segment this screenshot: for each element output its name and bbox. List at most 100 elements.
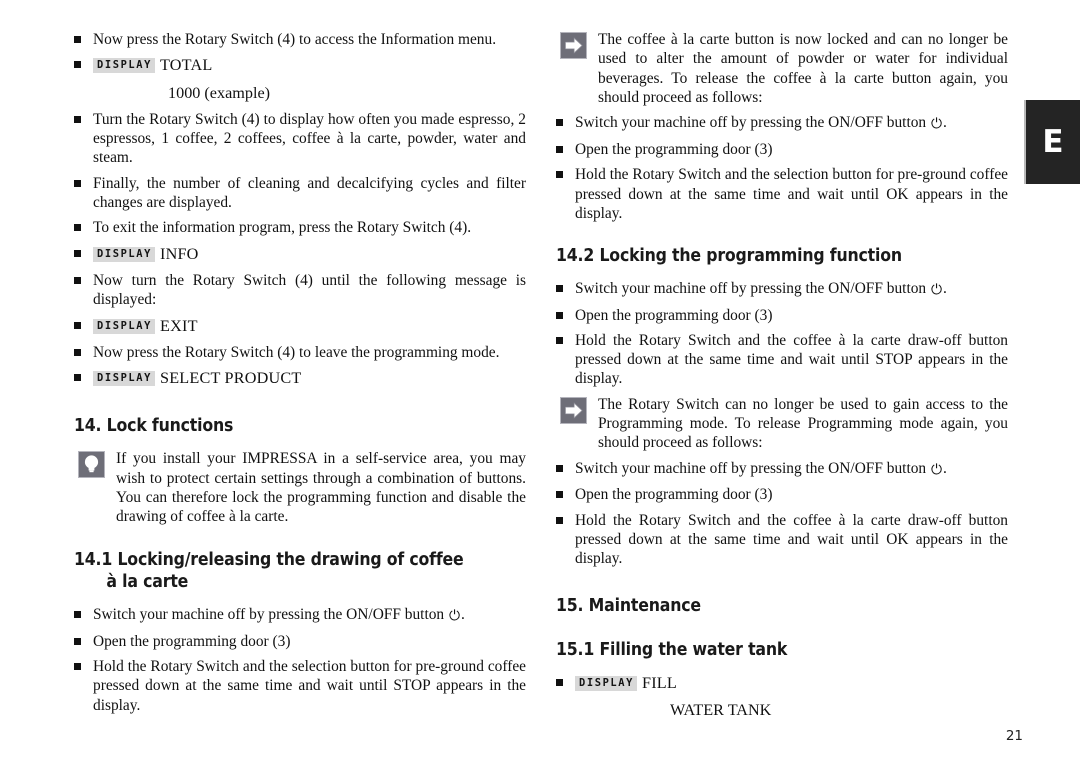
display-message-sub: WATER TANK [670, 701, 772, 720]
list-item: Hold the Rotary Switch and the selection… [556, 165, 1008, 223]
display-message-value: SELECT PRODUCT [160, 369, 302, 388]
display-message-row: DISPLAY SELECT PRODUCT [74, 368, 526, 388]
list-item-text: Switch your machine off by pressing the … [575, 279, 930, 297]
list-item-text: Finally, the number of cleaning and deca… [93, 174, 526, 212]
list-item: Hold the Rotary Switch and the coffee à … [556, 331, 1008, 389]
display-badge: DISPLAY [93, 318, 155, 334]
display-message-row: DISPLAY INFO [74, 244, 526, 264]
power-icon: ⏻ [930, 281, 943, 298]
bullet-square-icon [74, 61, 81, 69]
list-item: Open the programming door (3) [556, 306, 1008, 325]
list-item: Open the programming door (3) [556, 485, 1008, 504]
page-number: 21 [1005, 728, 1023, 744]
list-item-text: Now press the Rotary Switch (4) to acces… [93, 31, 497, 48]
list-item: Now press the Rotary Switch (4) to acces… [74, 30, 526, 49]
left-column: Now press the Rotary Switch (4) to acces… [74, 30, 526, 721]
bullet-square-icon [556, 119, 563, 127]
lightbulb-glyph [84, 455, 99, 473]
display-message-row: DISPLAY FILL [556, 673, 1008, 693]
arrow-right-glyph [565, 402, 583, 419]
bullet-square-icon [74, 115, 81, 123]
list-item-text: Turn the Rotary Switch (4) to display ho… [93, 110, 526, 167]
list-item-text: Switch your machine off by pressing the … [93, 606, 448, 624]
list-item: Turn the Rotary Switch (4) to display ho… [74, 110, 526, 168]
list-item-text-end: . [943, 459, 947, 477]
arrow-right-icon [560, 32, 587, 59]
list-item: Now press the Rotary Switch (4) to leave… [74, 343, 526, 362]
arrow-right-icon [560, 396, 587, 424]
list-item-text: Open the programming door (3) [575, 306, 773, 324]
bullet-square-icon [74, 637, 81, 645]
list-item-text: Now press the Rotary Switch (4) to leave… [93, 343, 500, 361]
section-heading: 14. Lock functions [74, 415, 481, 438]
bullet-square-icon [74, 348, 81, 356]
list-item-text: Open the programming door (3) [93, 632, 291, 650]
bullet-square-icon [556, 516, 563, 524]
list-item-text-end: . [943, 279, 947, 297]
list-item: Hold the Rotary Switch and the selection… [74, 657, 526, 715]
bullet-square-icon [74, 662, 81, 670]
list-item: Finally, the number of cleaning and deca… [74, 174, 526, 213]
list-item: Switch your machine off by pressing the … [556, 279, 1008, 300]
list-item-text: Hold the Rotary Switch and the selection… [575, 166, 1008, 222]
bullet-square-icon [556, 145, 563, 153]
display-message-value: EXIT [160, 316, 198, 335]
display-message-row: DISPLAY EXIT [74, 316, 526, 336]
bullet-square-icon [556, 171, 563, 179]
section-heading: 15.1 Filling the water tank [556, 639, 963, 662]
section-heading: 14.1 Locking/releasing the drawing of co… [74, 549, 481, 595]
bullet-square-icon [556, 679, 563, 687]
display-message-value: FILL [642, 674, 677, 693]
section-heading-text: 15.1 Filling the water tank [556, 640, 788, 661]
display-badge: DISPLAY [93, 246, 155, 262]
display-message-value: TOTAL [160, 56, 213, 75]
bullet-square-icon [74, 249, 81, 257]
arrow-right-glyph [565, 37, 583, 54]
section-heading-text: 14.1 Locking/releasing the drawing of co… [74, 549, 464, 570]
lightbulb-icon [78, 451, 105, 479]
bullet-square-icon [74, 277, 81, 285]
list-item-text-end: . [461, 606, 465, 624]
section-heading: 14.2 Locking the programming function [556, 245, 963, 268]
list-item-text: Switch your machine off by pressing the … [575, 114, 930, 132]
list-item: To exit the information program, press t… [74, 218, 526, 237]
list-item: Open the programming door (3) [74, 632, 526, 651]
bullet-square-icon [74, 374, 81, 382]
display-badge: DISPLAY [93, 58, 155, 74]
display-badge: DISPLAY [575, 676, 637, 692]
list-item-text: Now turn the Rotary Switch (4) until the… [93, 272, 526, 309]
section-heading-text: 14.2 Locking the programming function [556, 246, 902, 267]
bullet-square-icon [74, 611, 81, 619]
list-item: Switch your machine off by pressing the … [556, 459, 1008, 480]
bullet-square-icon [74, 179, 81, 187]
display-message-value: INFO [160, 244, 199, 263]
note-block: The Rotary Switch can no longer be used … [556, 395, 1008, 453]
section-heading-continuation: à la carte [106, 572, 189, 593]
section-heading-text: 15. Maintenance [556, 595, 701, 616]
display-badge: DISPLAY [93, 371, 155, 387]
list-item: Switch your machine off by pressing the … [556, 113, 1008, 134]
note-block: The coffee à la carte button is now lock… [556, 30, 1008, 107]
power-icon: ⏻ [930, 116, 943, 133]
list-item-text: Hold the Rotary Switch and the coffee à … [575, 511, 1008, 568]
list-item-text: Hold the Rotary Switch and the selection… [93, 657, 526, 714]
section-heading: 15. Maintenance [556, 595, 963, 618]
power-icon: ⏻ [930, 461, 943, 478]
language-edge-tab: E [1024, 100, 1080, 184]
section-heading-text: 14. Lock functions [74, 415, 234, 436]
list-item-text: Open the programming door (3) [575, 140, 773, 158]
bullet-square-icon [74, 36, 81, 43]
bullet-square-icon [556, 336, 563, 344]
list-item-text: Switch your machine off by pressing the … [575, 459, 930, 477]
bullet-square-icon [556, 284, 563, 292]
list-item-text: Open the programming door (3) [575, 486, 773, 504]
power-icon: ⏻ [448, 608, 461, 625]
list-item-text: Hold the Rotary Switch and the coffee à … [575, 331, 1008, 388]
bullet-square-icon [556, 491, 563, 499]
list-item-text-end: . [943, 114, 947, 132]
note-text: If you install your IMPRESSA in a self-s… [116, 450, 526, 526]
bullet-square-icon [74, 224, 81, 232]
note-text: The Rotary Switch can no longer be used … [598, 395, 1008, 452]
right-column: The coffee à la carte button is now lock… [556, 30, 1008, 721]
note-block: If you install your IMPRESSA in a self-s… [74, 449, 526, 526]
